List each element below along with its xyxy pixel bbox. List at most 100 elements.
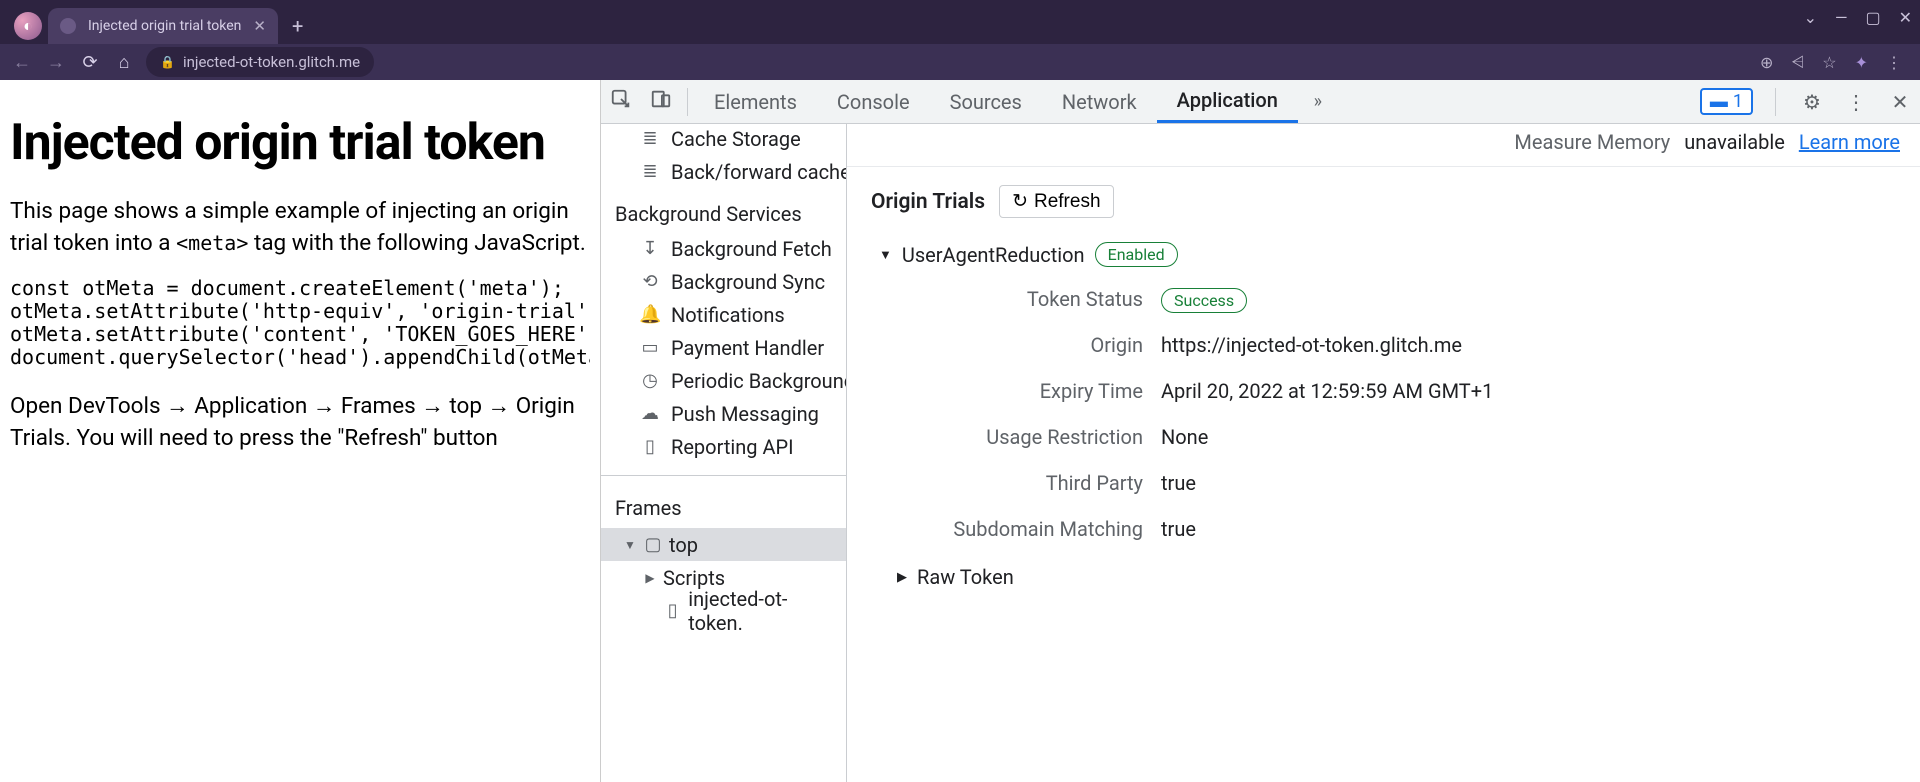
inspect-icon[interactable] [601, 88, 641, 115]
token-status-label: Token Status [911, 287, 1161, 311]
expiry-label: Expiry Time [911, 379, 1161, 403]
usage-label: Usage Restriction [911, 425, 1161, 449]
sidebar-group-frames: Frames [601, 488, 846, 528]
tab-title: Injected origin trial token [88, 18, 241, 34]
zoom-icon[interactable]: ⊕ [1760, 53, 1773, 72]
enabled-badge: Enabled [1095, 242, 1178, 267]
devtools-menu-icon[interactable]: ⋮ [1842, 90, 1870, 114]
sidebar-item-background-sync[interactable]: ⟲Background Sync [601, 265, 846, 298]
sidebar-item-reporting-api[interactable]: ▯Reporting API [601, 430, 846, 463]
raw-token-label: Raw Token [917, 565, 1014, 589]
back-button[interactable]: ← [10, 52, 34, 73]
tab-elements[interactable]: Elements [694, 80, 817, 123]
trial-name: UserAgentReduction [902, 243, 1085, 267]
maximize-icon[interactable]: ▢ [1865, 8, 1880, 27]
sync-icon: ⟲ [639, 271, 661, 292]
frame-file[interactable]: ▯ injected-ot-token. [601, 594, 846, 627]
token-status-badge: Success [1161, 288, 1247, 313]
origin-label: Origin [911, 333, 1161, 357]
sidebar-item-cache-storage[interactable]: ≣Cache Storage [601, 124, 846, 155]
application-main: Measure Memory unavailable Learn more Or… [847, 124, 1920, 782]
profile-avatar-icon[interactable]: ◐ [14, 12, 42, 40]
separator [687, 88, 688, 116]
browser-chrome: ◐ Injected origin trial token ✕ + ⌄ — ▢ … [0, 0, 1920, 80]
code-block: const otMeta = document.createElement('m… [10, 277, 590, 369]
meta-code: <meta> [176, 231, 248, 255]
fetch-icon: ↧ [639, 238, 661, 259]
expiry-value: April 20, 2022 at 12:59:59 AM GMT+1 [1161, 379, 1896, 403]
application-sidebar: ≣Cache Storage ≣Back/forward cache Backg… [601, 124, 847, 782]
separator [1775, 88, 1776, 116]
raw-token-row[interactable]: ▶ Raw Token [897, 565, 1896, 589]
subdomain-label: Subdomain Matching [911, 517, 1161, 541]
instructions-paragraph: Open DevTools → Application → Frames → t… [10, 391, 590, 454]
sidebar-item-bf-cache[interactable]: ≣Back/forward cache [601, 155, 846, 188]
devtools-close-icon[interactable]: ✕ [1886, 90, 1914, 114]
tab-network[interactable]: Network [1042, 80, 1157, 123]
window-controls: ⌄ — ▢ ✕ [1804, 8, 1912, 27]
forward-button[interactable]: → [44, 52, 68, 73]
toolbar-right: ⊕ ⩤ ☆ ✦ ⋮ [1760, 52, 1910, 72]
clock-icon: ◷ [639, 370, 661, 391]
toolbar: ← → ⟳ ⌂ 🔒 injected-ot-token.glitch.me ⊕ … [0, 44, 1920, 80]
device-toggle-icon[interactable] [641, 88, 681, 115]
menu-icon[interactable]: ⋮ [1886, 53, 1902, 72]
address-bar[interactable]: 🔒 injected-ot-token.glitch.me [146, 47, 374, 77]
measure-memory-label: Measure Memory [1514, 130, 1670, 154]
sidebar-item-periodic-sync[interactable]: ◷Periodic Background [601, 364, 846, 397]
third-party-value: true [1161, 471, 1896, 495]
cloud-icon: ☁ [639, 403, 661, 424]
database-icon: ≣ [639, 161, 661, 182]
document-icon: ▯ [639, 436, 661, 457]
tab-dropdown-icon[interactable]: ⌄ [1804, 8, 1817, 27]
issues-count: 1 [1733, 91, 1743, 112]
learn-more-link[interactable]: Learn more [1799, 130, 1900, 154]
subdomain-value: true [1161, 517, 1896, 541]
frame-top[interactable]: ▼ ▢ top [601, 528, 846, 561]
lock-icon: 🔒 [160, 55, 175, 69]
trial-row[interactable]: ▼ UserAgentReduction Enabled [879, 242, 1896, 267]
tab-close-icon[interactable]: ✕ [253, 17, 266, 35]
tab-sources[interactable]: Sources [930, 80, 1042, 123]
database-icon: ≣ [639, 128, 661, 149]
third-party-label: Third Party [911, 471, 1161, 495]
expand-icon[interactable]: ▼ [623, 538, 637, 552]
usage-value: None [1161, 425, 1896, 449]
expand-icon[interactable]: ▶ [643, 571, 657, 585]
browser-tab[interactable]: Injected origin trial token ✕ [48, 8, 278, 44]
origin-trials-heading: Origin Trials [871, 190, 985, 214]
minimize-icon[interactable]: — [1835, 8, 1848, 27]
window-close-icon[interactable]: ✕ [1899, 8, 1912, 27]
share-icon[interactable]: ⩤ [1791, 52, 1804, 72]
rendered-page: Injected origin trial token This page sh… [0, 80, 600, 782]
sidebar-item-payment-handler[interactable]: ▭Payment Handler [601, 331, 846, 364]
issues-badge[interactable]: ▬ 1 [1700, 88, 1753, 115]
sidebar-item-push-messaging[interactable]: ☁Push Messaging [601, 397, 846, 430]
origin-value: https://injected-ot-token.glitch.me [1161, 333, 1896, 357]
expand-icon[interactable]: ▶ [897, 570, 907, 585]
home-button[interactable]: ⌂ [112, 52, 136, 73]
sidebar-item-background-fetch[interactable]: ↧Background Fetch [601, 232, 846, 265]
expand-icon[interactable]: ▼ [879, 247, 892, 263]
tab-application[interactable]: Application [1157, 80, 1298, 123]
bookmark-icon[interactable]: ☆ [1822, 53, 1836, 72]
issue-icon: ▬ [1710, 91, 1728, 112]
measure-memory-value: unavailable [1684, 130, 1785, 154]
intro-paragraph: This page shows a simple example of inje… [10, 196, 590, 259]
devtools-panel: Elements Console Sources Network Applica… [600, 80, 1920, 782]
devtools-tabbar: Elements Console Sources Network Applica… [601, 80, 1920, 124]
tab-strip: ◐ Injected origin trial token ✕ + ⌄ — ▢ … [0, 0, 1920, 44]
sidebar-group-background-services: Background Services [601, 188, 846, 232]
bell-icon: 🔔 [639, 304, 661, 325]
extensions-icon[interactable]: ✦ [1855, 53, 1868, 72]
new-tab-button[interactable]: + [278, 14, 317, 44]
tab-console[interactable]: Console [817, 80, 930, 123]
tab-favicon-icon [60, 18, 76, 34]
more-tabs-icon[interactable]: » [1298, 91, 1338, 112]
reload-button[interactable]: ⟳ [78, 52, 102, 73]
file-icon: ▯ [663, 600, 682, 621]
trial-details: Token Status Success Origin https://inje… [911, 287, 1896, 541]
sidebar-item-notifications[interactable]: 🔔Notifications [601, 298, 846, 331]
refresh-button[interactable]: ↻ Refresh [999, 185, 1113, 218]
settings-icon[interactable]: ⚙ [1798, 90, 1826, 114]
